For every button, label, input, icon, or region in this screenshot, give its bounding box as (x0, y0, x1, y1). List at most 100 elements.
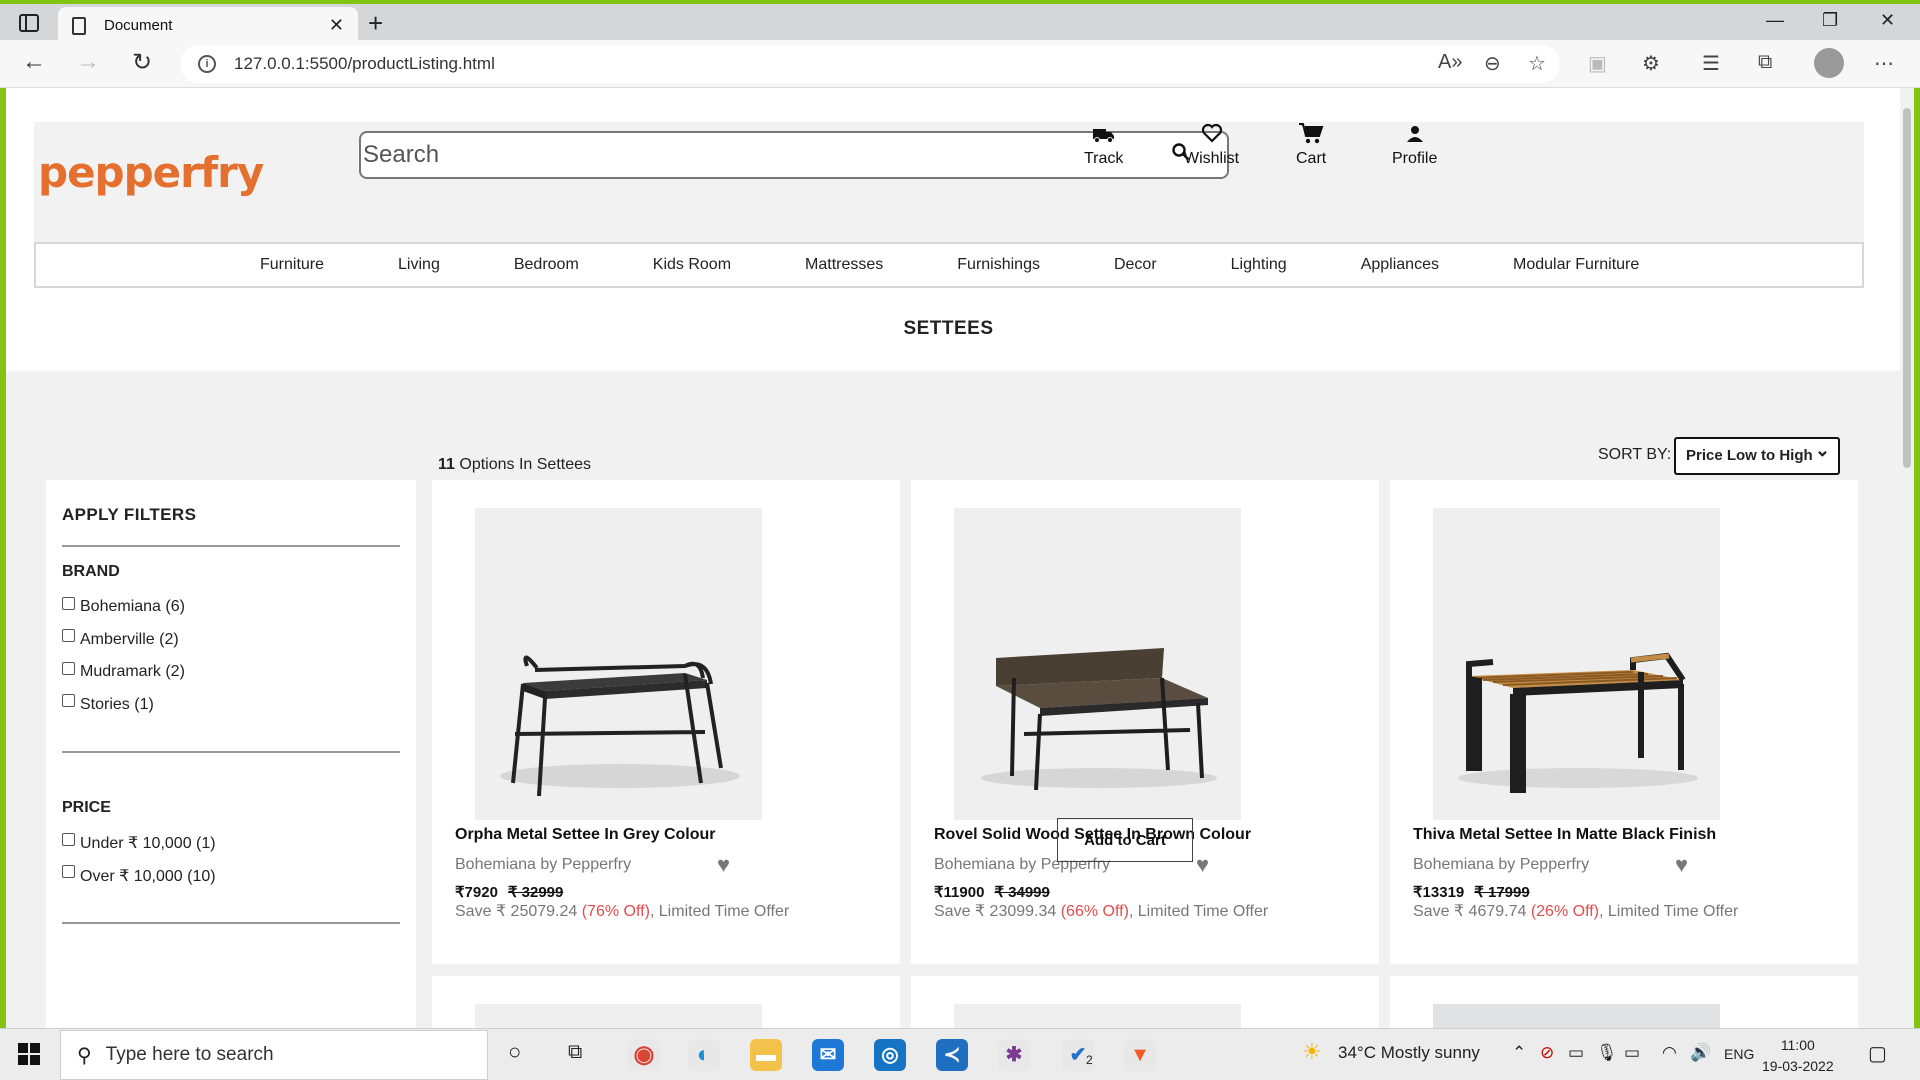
sort-select[interactable]: Price Low to High (1674, 433, 1840, 475)
meet-icon[interactable]: ▭ (1568, 1043, 1584, 1063)
profile-button[interactable]: Profile (1392, 122, 1437, 168)
cart-button[interactable]: Cart (1296, 122, 1326, 168)
filter-option[interactable]: Amberville (2) (62, 624, 400, 657)
task-view-icon[interactable]: ⧉ (568, 1041, 582, 1064)
menu-item-lighting[interactable]: Lighting (1231, 256, 1287, 274)
wishlist-heart-icon[interactable]: ♥ (717, 852, 730, 878)
pepperfry-logo[interactable]: pepperfry (38, 148, 264, 197)
extensions-icon[interactable]: ⚙ (1642, 51, 1660, 76)
close-tab-icon[interactable]: ✕ (329, 15, 344, 36)
extension-icon[interactable]: ▣ (1588, 51, 1607, 76)
product-image[interactable] (1433, 508, 1720, 820)
menu-item-modular-furniture[interactable]: Modular Furniture (1513, 256, 1639, 274)
wifi-icon[interactable]: ◠ (1662, 1043, 1677, 1063)
price-filter-section: PRICE Under ₹ 10,000 (1) Over ₹ 10,000 (… (62, 753, 400, 924)
favorites-icon[interactable]: ☰ (1702, 51, 1720, 76)
checkbox[interactable] (62, 832, 75, 846)
profile-avatar[interactable] (1814, 48, 1844, 78)
product-image[interactable] (954, 508, 1241, 820)
checkbox[interactable] (62, 596, 75, 610)
product-image[interactable] (1433, 1004, 1720, 1028)
chrome-icon[interactable]: ◉ (628, 1039, 660, 1071)
filter-option[interactable]: Stories (1) (62, 689, 400, 722)
windows-start-icon[interactable] (18, 1043, 40, 1065)
dell-icon[interactable]: ◎ (874, 1039, 906, 1071)
checkbox[interactable] (62, 865, 75, 879)
menu-item-mattresses[interactable]: Mattresses (805, 256, 883, 274)
clock-date: 19-03-2022 (1762, 1058, 1834, 1074)
track-button[interactable]: Track (1084, 122, 1123, 168)
product-card[interactable] (432, 976, 900, 1028)
sale-price: ₹11900 (934, 884, 985, 901)
menu-item-decor[interactable]: Decor (1114, 256, 1157, 274)
file-explorer-icon[interactable]: ▬ (750, 1039, 782, 1071)
zoom-out-icon[interactable]: ⊖ (1484, 51, 1501, 76)
close-window-icon[interactable]: ✕ (1880, 10, 1895, 31)
product-card[interactable] (1390, 976, 1858, 1028)
site-info-icon[interactable]: i (198, 55, 216, 73)
menu-item-furniture[interactable]: Furniture (260, 256, 324, 274)
search-input[interactable] (361, 133, 1161, 177)
forward-icon[interactable]: → (76, 48, 100, 76)
add-to-cart-button[interactable]: Add to Cart (1057, 818, 1193, 862)
browser-tab[interactable]: Document ✕ (58, 7, 358, 44)
checkbox[interactable] (62, 661, 75, 675)
category-menu: Furniture Living Bedroom Kids Room Mattr… (34, 242, 1864, 288)
read-aloud-icon[interactable]: A» (1438, 51, 1462, 74)
product-image[interactable] (475, 508, 762, 820)
volume-icon[interactable]: 🔊 (1690, 1043, 1711, 1063)
menu-item-bedroom[interactable]: Bedroom (514, 256, 579, 274)
filter-option[interactable]: Mudramark (2) (62, 656, 400, 689)
slack-icon[interactable]: ✱ (998, 1039, 1030, 1071)
wishlist-heart-icon[interactable]: ♥ (1196, 852, 1209, 878)
minimize-icon[interactable]: — (1766, 10, 1784, 31)
filter-option[interactable]: Under ₹ 10,000 (1) (62, 827, 400, 860)
weather-text[interactable]: 34°C Mostly sunny (1338, 1043, 1480, 1063)
product-card[interactable]: Rovel Solid Wood Settee In Brown Colour … (911, 480, 1379, 964)
clock[interactable]: 11:00 19-03-2022 (1762, 1035, 1834, 1077)
tab-actions-icon[interactable] (18, 12, 40, 34)
product-image[interactable] (954, 1004, 1241, 1028)
menu-item-appliances[interactable]: Appliances (1361, 256, 1439, 274)
cortana-icon[interactable]: ○ (508, 1039, 521, 1065)
checkbox[interactable] (62, 694, 75, 708)
browser-tab-bar: Document ✕ + — ❐ ✕ (0, 0, 1920, 44)
product-card[interactable] (911, 976, 1379, 1028)
checkbox[interactable] (62, 629, 75, 643)
wishlist-button[interactable]: Wishlist (1184, 122, 1239, 168)
weather-icon[interactable]: ☀ (1302, 1039, 1322, 1065)
collections-icon[interactable]: ⧉ (1758, 51, 1772, 74)
antivirus-icon[interactable]: ⊘ (1540, 1043, 1554, 1063)
product-name[interactable]: Thiva Metal Settee In Matte Black Finish (1413, 826, 1716, 844)
scrollbar-thumb[interactable] (1903, 108, 1911, 468)
wishlist-heart-icon[interactable]: ♥ (1675, 852, 1688, 878)
brand-filter-title: BRAND (62, 563, 120, 580)
notifications-icon[interactable]: ▢ (1868, 1041, 1887, 1066)
restore-icon[interactable]: ❐ (1822, 10, 1838, 31)
menu-item-furnishings[interactable]: Furnishings (957, 256, 1040, 274)
menu-item-kids-room[interactable]: Kids Room (653, 256, 731, 274)
refresh-icon[interactable]: ↻ (132, 48, 152, 77)
product-image[interactable] (475, 1004, 762, 1028)
url-field[interactable]: i 127.0.0.1:5500/productListing.html (180, 45, 1560, 83)
microphone-icon[interactable]: 🎙 (1596, 1043, 1618, 1063)
product-card[interactable]: Thiva Metal Settee In Matte Black Finish… (1390, 480, 1858, 964)
page-scrollbar[interactable] (1900, 88, 1914, 1028)
menu-item-living[interactable]: Living (398, 256, 440, 274)
new-tab-icon[interactable]: + (368, 8, 383, 39)
edge-icon[interactable]: ◐ (688, 1039, 720, 1071)
product-card[interactable]: Orpha Metal Settee In Grey Colour Bohemi… (432, 480, 900, 964)
taskbar-search[interactable]: ⚲ Type here to search (60, 1030, 488, 1080)
filter-option[interactable]: Bohemiana (6) (62, 591, 400, 624)
battery-icon[interactable]: ▭ (1624, 1043, 1640, 1063)
product-name[interactable]: Orpha Metal Settee In Grey Colour (455, 826, 716, 844)
filter-option[interactable]: Over ₹ 10,000 (10) (62, 860, 400, 893)
show-hidden-icon[interactable]: ⌃ (1512, 1043, 1526, 1063)
back-icon[interactable]: ← (22, 48, 46, 76)
language-indicator[interactable]: ENG (1724, 1046, 1754, 1062)
mail-icon[interactable]: ✉ (812, 1039, 844, 1071)
brave-icon[interactable]: ▼ (1124, 1039, 1156, 1071)
vscode-icon[interactable]: ≺ (936, 1039, 968, 1071)
add-favorite-icon[interactable]: ☆ (1528, 51, 1546, 76)
more-menu-icon[interactable]: ⋯ (1874, 51, 1894, 76)
